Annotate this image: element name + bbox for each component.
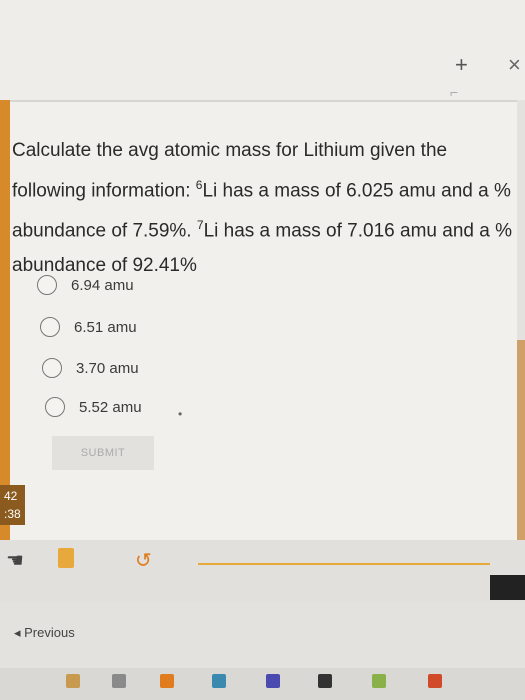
refresh-icon[interactable]: ↺ [135, 548, 152, 573]
left-accent-strip [0, 100, 10, 540]
option-2[interactable]: 6.51 amu [40, 317, 137, 337]
option-label: 6.51 amu [74, 318, 137, 336]
timer-seconds: :38 [4, 507, 21, 521]
taskbar-icon-8[interactable] [428, 674, 442, 688]
taskbar-icon-5[interactable] [266, 674, 280, 688]
taskbar-icon-4[interactable] [212, 674, 226, 688]
top-area [0, 0, 525, 100]
right-accent-strip [517, 340, 525, 540]
timer-minutes: 42 [4, 489, 18, 503]
taskbar-icon-1[interactable] [66, 674, 80, 688]
taskbar-icon-2[interactable] [112, 674, 126, 688]
progress-line [198, 563, 490, 565]
radio-button[interactable] [42, 358, 62, 378]
calculator-icon[interactable] [58, 548, 74, 568]
bottom-toolbar [0, 540, 525, 602]
timer: 42:38 [0, 485, 25, 525]
cursor-icon: ⌐ [450, 84, 459, 100]
question-text: Calculate the avg atomic mass for Lithiu… [12, 140, 512, 276]
taskbar-icon-7[interactable] [372, 674, 386, 688]
option-1[interactable]: 6.94 amu [37, 275, 134, 295]
stray-dot: • [178, 407, 183, 421]
add-tab-button[interactable]: + [455, 52, 468, 78]
radio-button[interactable] [45, 397, 65, 417]
dark-panel [490, 575, 525, 600]
radio-button[interactable] [37, 275, 57, 295]
radio-button[interactable] [40, 317, 60, 337]
option-3[interactable]: 3.70 amu [42, 358, 139, 378]
previous-link[interactable]: ◂ Previous [14, 625, 75, 641]
submit-button[interactable]: SUBMIT [52, 436, 154, 470]
close-button[interactable]: × [508, 52, 521, 78]
option-4[interactable]: 5.52 amu [45, 397, 142, 417]
option-label: 3.70 amu [76, 359, 139, 377]
option-label: 6.94 amu [71, 276, 134, 294]
hand-tool-icon[interactable]: ☚ [6, 548, 24, 573]
taskbar-icon-3[interactable] [160, 674, 174, 688]
taskbar-icon-6[interactable] [318, 674, 332, 688]
option-label: 5.52 amu [79, 398, 142, 416]
